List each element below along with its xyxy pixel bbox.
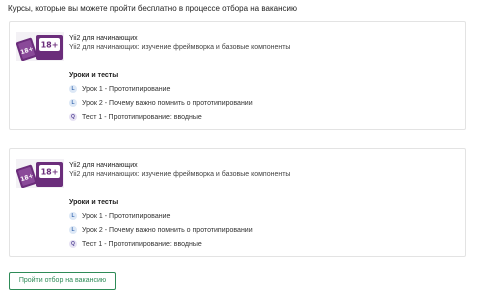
lessons-section-title: Уроки и тесты xyxy=(69,72,119,79)
lesson-label[interactable]: Урок 2 - Почему важно помнить о прототип… xyxy=(82,98,253,109)
course-title[interactable]: Yii2 для начинающих xyxy=(69,34,138,43)
lesson-type-icon: L xyxy=(69,99,77,107)
course-description: Yii2 для начинающих: изучение фреймворка… xyxy=(69,44,291,51)
quiz-label[interactable]: Тест 1 - Прототипирование: вводные xyxy=(82,112,202,123)
quiz-type-icon: Q xyxy=(69,113,77,121)
course-card: 18+ 18+ Yii2 для начинающих Yii2 для нач… xyxy=(9,21,466,130)
lesson-type-icon: L xyxy=(69,212,77,220)
lesson-label[interactable]: Урок 2 - Почему важно помнить о прототип… xyxy=(82,225,253,236)
quiz-type-icon: Q xyxy=(69,240,77,248)
course-description: Yii2 для начинающих: изучение фреймворка… xyxy=(69,171,291,178)
quiz-label[interactable]: Тест 1 - Прототипирование: вводные xyxy=(82,239,202,250)
lesson-type-icon: L xyxy=(69,226,77,234)
page-heading: Курсы, которые вы можете пройти бесплатн… xyxy=(8,4,297,13)
course-card: 18+ 18+ Yii2 для начинающих Yii2 для нач… xyxy=(9,148,466,257)
start-selection-button[interactable]: Пройти отбор на вакансию xyxy=(9,272,116,290)
course-title[interactable]: Yii2 для начинающих xyxy=(69,161,138,170)
course-thumbnail-icon[interactable]: 18+ 18+ xyxy=(16,159,64,188)
lesson-type-icon: L xyxy=(69,85,77,93)
lesson-label[interactable]: Урок 1 - Прототипирование xyxy=(82,84,170,95)
lesson-label[interactable]: Урок 1 - Прототипирование xyxy=(82,211,170,222)
lessons-section-title: Уроки и тесты xyxy=(69,199,119,206)
svg-text:18+: 18+ xyxy=(41,168,59,177)
course-thumbnail-icon[interactable]: 18+ 18+ xyxy=(16,32,64,61)
svg-text:18+: 18+ xyxy=(41,41,59,50)
